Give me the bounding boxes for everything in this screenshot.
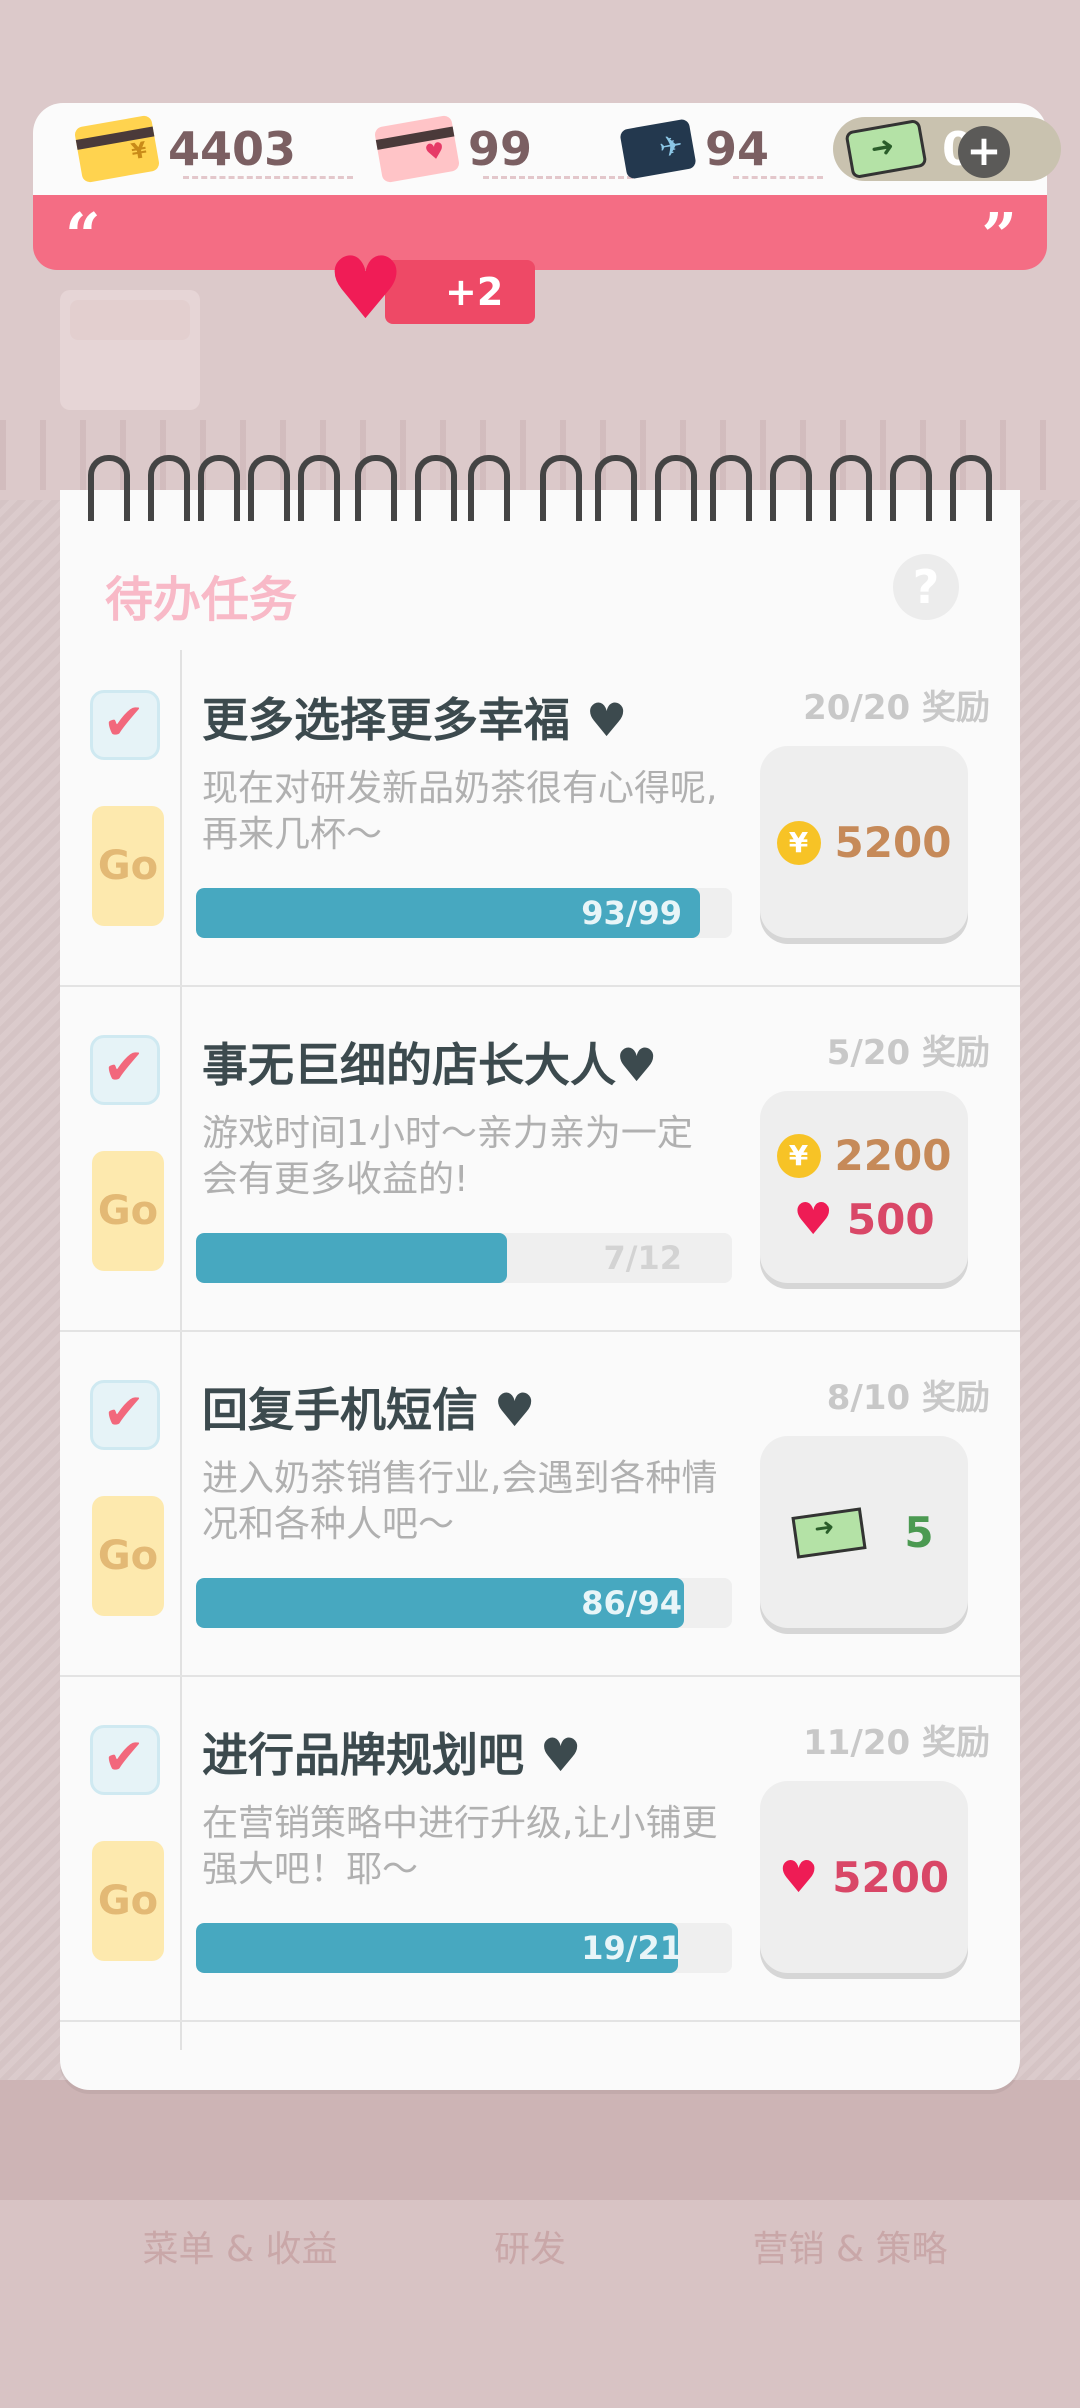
close-quote-icon: ” — [981, 199, 1017, 272]
task-description: 进入奶茶销售行业,会遇到各种情况和各种人吧～ — [202, 1458, 718, 1545]
progress-bar: 7/12 — [196, 1233, 732, 1283]
go-button[interactable]: Go — [92, 1151, 164, 1271]
progress-text: 86/94 — [581, 1584, 682, 1622]
progress-text: 19/21 — [581, 1929, 682, 1967]
heart-card-icon — [373, 114, 461, 184]
reward-line: ♥ 500 — [760, 1195, 968, 1244]
divider — [183, 176, 353, 179]
checkbox-icon[interactable] — [90, 1035, 160, 1105]
heart-counter[interactable]: 99 — [373, 103, 533, 195]
reward-progress: 5/20 奖励 — [826, 1033, 990, 1073]
go-button[interactable]: Go — [92, 1841, 164, 1961]
reward-line: ♥ 5200 — [760, 1853, 968, 1902]
coin-icon: ¥ — [776, 820, 821, 865]
reward-value: 5 — [904, 1508, 934, 1557]
ticket-icon — [619, 118, 697, 180]
task-description: 现在对研发新品奶茶很有心得呢,再来几杯～ — [202, 768, 718, 855]
add-cash-button[interactable]: + — [958, 126, 1010, 178]
coin-icon: ¥ — [776, 1133, 821, 1178]
reward-button[interactable]: ¥ 2200 ♥ 500 — [760, 1091, 968, 1283]
heart-icon: ♥ — [327, 239, 405, 339]
heart-gain-badge: +2 ♥ — [327, 244, 535, 334]
divider — [483, 176, 633, 179]
task-item: Go 回复手机短信 ♥ 进入奶茶销售行业,会遇到各种情况和各种人吧～ 86/94… — [60, 1330, 1020, 1677]
heart-icon: ♥ — [778, 1851, 819, 1903]
go-button[interactable]: Go — [92, 1496, 164, 1616]
speech-bubble: “ ” — [33, 195, 1047, 272]
reward-line: ¥ 5200 — [760, 818, 968, 867]
progress-text: 7/12 — [603, 1239, 682, 1277]
tab-menu-revenue[interactable]: 菜单 & 收益 — [120, 2180, 360, 2320]
cash-icon — [844, 118, 928, 180]
checkbox-icon[interactable] — [90, 690, 160, 760]
progress-fill — [196, 1233, 507, 1283]
checkbox-icon[interactable] — [90, 1380, 160, 1450]
task-description: 游戏时间1小时～亲力亲为一定会有更多收益的! — [202, 1113, 693, 1200]
reward-value: 2200 — [834, 1131, 952, 1180]
reward-value: 500 — [846, 1195, 935, 1244]
checkbox-icon[interactable] — [90, 1725, 160, 1795]
go-button[interactable]: Go — [92, 806, 164, 926]
reward-value: 5200 — [832, 1853, 950, 1902]
ticket-counter[interactable]: 94 — [619, 103, 770, 195]
progress-text: 93/99 — [581, 894, 682, 932]
open-quote-icon: “ — [65, 199, 101, 272]
heart-icon: ♥ — [793, 1193, 833, 1245]
shop-decoration — [60, 290, 200, 410]
panel-title: 待办任务 — [105, 572, 298, 628]
task-title: 进行品牌规划吧 ♥ — [202, 1728, 582, 1782]
heart-value: 99 — [468, 122, 533, 176]
task-title: 回复手机短信 ♥ — [202, 1383, 536, 1437]
reward-line: ¥ 2200 — [760, 1131, 968, 1180]
task-item: Go 事无巨细的店长大人♥ 游戏时间1小时～亲力亲为一定会有更多收益的! 7/1… — [60, 985, 1020, 1332]
task-title: 事无巨细的店长大人♥ — [202, 1038, 658, 1092]
task-title: 更多选择更多幸福 ♥ — [202, 693, 628, 747]
reward-progress: 20/20 奖励 — [803, 688, 990, 728]
divider — [733, 176, 823, 179]
progress-bar: 19/21 — [196, 1923, 732, 1973]
cash-icon — [791, 1506, 867, 1559]
tab-marketing-strategy[interactable]: 营销 & 策略 — [720, 2180, 980, 2320]
task-item: Go 更多选择更多幸福 ♥ 现在对研发新品奶茶很有心得呢,再来几杯～ 93/99… — [60, 640, 1020, 987]
heart-gain-value: +2 — [445, 270, 504, 314]
reward-button[interactable]: 5 — [760, 1436, 968, 1628]
reward-button[interactable]: ¥ 5200 — [760, 746, 968, 938]
reward-button[interactable]: ♥ 5200 — [760, 1781, 968, 1973]
tab-research[interactable]: 研发 — [400, 2180, 660, 2320]
ticket-value: 94 — [705, 122, 770, 176]
help-button[interactable]: ? — [893, 554, 959, 620]
coin-counter[interactable]: 4403 — [73, 103, 297, 195]
reward-progress: 11/20 奖励 — [803, 1723, 990, 1763]
coin-card-icon — [73, 114, 161, 184]
reward-line: 5 — [760, 1506, 968, 1559]
task-item: Go 进行品牌规划吧 ♥ 在营销策略中进行升级,让小铺更强大吧！耶～ 19/21… — [60, 1675, 1020, 2022]
progress-bar: 86/94 — [196, 1578, 732, 1628]
cash-counter-content: 0 — [844, 103, 974, 195]
progress-bar: 93/99 — [196, 888, 732, 938]
coin-value: 4403 — [168, 122, 297, 176]
task-description: 在营销策略中进行升级,让小铺更强大吧！耶～ — [202, 1803, 718, 1890]
currency-bar: 4403 99 94 0 — [33, 103, 1061, 195]
reward-value: 5200 — [834, 818, 952, 867]
reward-progress: 8/10 奖励 — [826, 1378, 990, 1418]
